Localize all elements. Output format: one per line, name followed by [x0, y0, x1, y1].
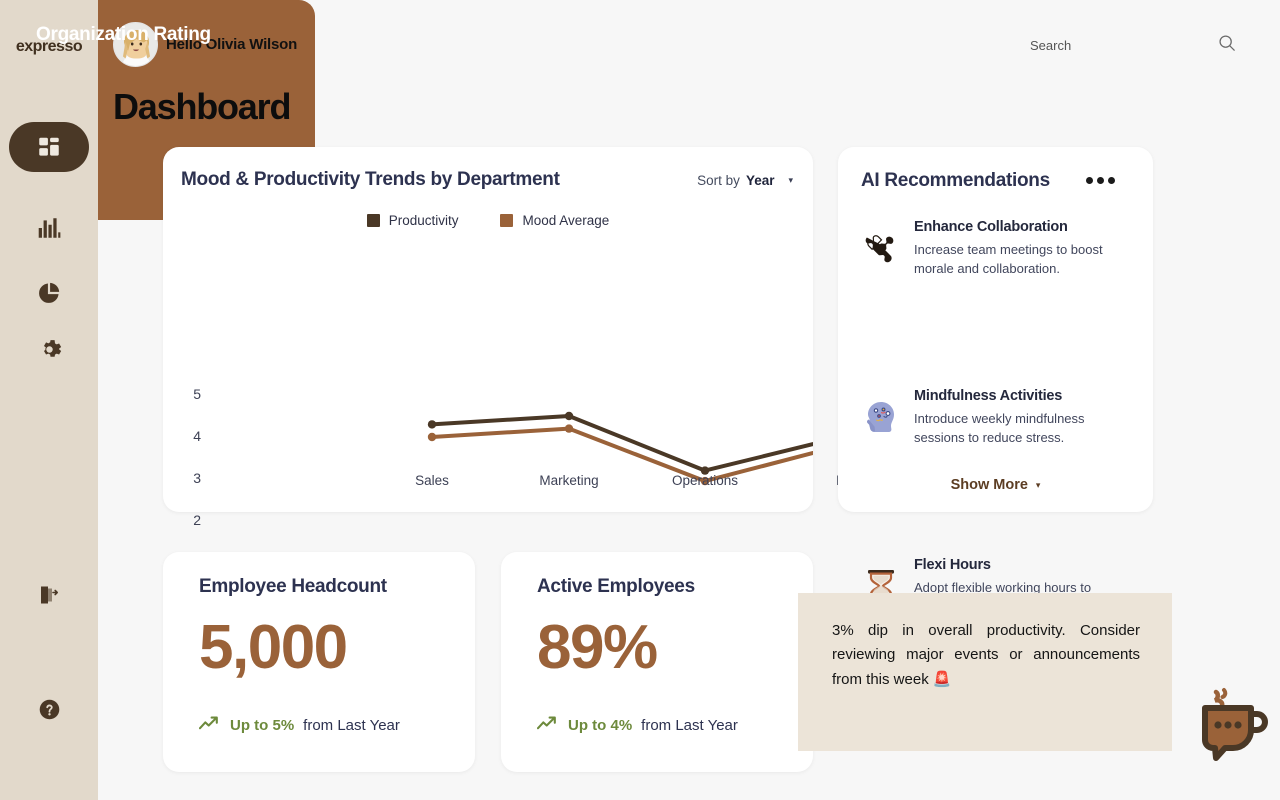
- y-axis-tick: 2: [193, 512, 201, 528]
- legend-label: Mood Average: [522, 213, 610, 228]
- stat-note: from Last Year: [303, 717, 400, 734]
- y-axis-tick: 3: [193, 470, 201, 486]
- gear-icon: [37, 337, 62, 362]
- legend-item[interactable]: Productivity: [366, 213, 459, 228]
- bar-chart-icon: [36, 215, 62, 241]
- recommendation-item[interactable]: Mindfulness Activities Introduce weekly …: [858, 386, 1138, 448]
- chart-line-productivity: [430, 414, 844, 473]
- recommendation-desc: Increase team meetings to boost morale a…: [914, 242, 1103, 276]
- search-input[interactable]: [1030, 37, 1210, 53]
- chart-legend: Productivity Mood Average: [163, 213, 813, 228]
- chart-plot-area: 543210SalesMarketingOperationsIT: [163, 247, 848, 612]
- recommendation-title: Mindfulness Activities: [914, 388, 1063, 404]
- chevron-down-icon[interactable]: ▾: [1036, 480, 1041, 491]
- recommendation-title: Flexi Hours: [914, 557, 991, 573]
- stat-title: Employee Headcount: [199, 576, 387, 597]
- stat-footer: Up to 5% from Last Year: [198, 715, 400, 736]
- puzzle-piece-icon: [858, 217, 904, 279]
- ellipsis-dot: [1108, 177, 1115, 184]
- ai-recommendations-card: AI Recommendations Enhance Collaboration…: [838, 147, 1153, 614]
- sidebar-item-help[interactable]: [9, 684, 89, 734]
- coffee-chat-icon: [1183, 688, 1273, 772]
- sidebar-item-dashboard[interactable]: [9, 122, 89, 172]
- recommendation-title: Enhance Collaboration: [914, 219, 1068, 235]
- ellipsis-dot: [1097, 177, 1104, 184]
- stat-title: Active Employees: [537, 576, 695, 597]
- sort-by-value: Year: [745, 173, 775, 188]
- trending-up-icon: [536, 715, 559, 736]
- recommendation-item[interactable]: Enhance Collaboration Increase team meet…: [858, 217, 1138, 279]
- chevron-down-icon[interactable]: ▾: [788, 175, 793, 186]
- insight-tooltip: 3% dip in overall productivity. Consider…: [798, 593, 1172, 751]
- chart-point[interactable]: [427, 432, 437, 442]
- x-axis-tick: Marketing: [539, 473, 599, 488]
- show-more-button[interactable]: Show More ▾: [838, 477, 1153, 493]
- stat-value: 5,000: [199, 613, 348, 682]
- chart-point[interactable]: [564, 411, 574, 421]
- search-icon[interactable]: [1218, 34, 1236, 57]
- stat-delta: Up to 4%: [568, 717, 633, 734]
- ai-card-title: AI Recommendations: [861, 170, 1050, 191]
- active-employees-card: Active Employees 89% Up to 4% from Last …: [501, 552, 813, 772]
- legend-item[interactable]: Mood Average: [500, 213, 609, 228]
- chart-point[interactable]: [564, 424, 574, 433]
- chart-point[interactable]: [427, 420, 437, 429]
- sidebar: expresso: [0, 0, 98, 800]
- grid-icon: [36, 134, 62, 160]
- ellipsis-dot: [1086, 177, 1093, 184]
- stat-value: 89%: [537, 613, 658, 682]
- trending-up-icon: [198, 715, 221, 736]
- topbar: Hello Olivia Wilson: [98, 0, 1280, 90]
- chart-title: Mood & Productivity Trends by Department: [181, 169, 560, 190]
- sort-by-dropdown[interactable]: Sort by Year ▾: [697, 173, 793, 188]
- legend-swatch: [500, 214, 514, 227]
- chat-launcher-button[interactable]: [1183, 678, 1273, 768]
- sort-by-label: Sort by: [697, 173, 740, 188]
- page-title: Dashboard: [113, 86, 291, 127]
- x-axis-tick: Sales: [415, 473, 449, 488]
- stat-note: from Last Year: [641, 717, 738, 734]
- insight-tooltip-text: 3% dip in overall productivity. Consider…: [832, 622, 1140, 688]
- ellipsis-icon[interactable]: [1086, 177, 1115, 184]
- stat-footer: Up to 4% from Last Year: [536, 715, 738, 736]
- help-circle-icon: [37, 697, 62, 722]
- pie-chart-icon: [36, 280, 62, 306]
- y-axis-tick: 5: [193, 386, 201, 402]
- chart-card: Mood & Productivity Trends by Department…: [163, 147, 956, 636]
- show-more-label: Show More: [950, 477, 1028, 493]
- search-box[interactable]: [1030, 28, 1236, 62]
- sidebar-item-logout[interactable]: [9, 570, 89, 620]
- sidebar-item-reports[interactable]: [9, 268, 89, 318]
- logout-icon: [37, 583, 61, 607]
- app-root: expresso Hello Olivia Wilson Search Dash…: [0, 0, 1280, 800]
- legend-label: Productivity: [388, 213, 459, 228]
- sidebar-item-settings[interactable]: [9, 324, 89, 374]
- x-axis-tick: Operations: [671, 473, 739, 488]
- brain-head-icon: [858, 386, 904, 448]
- stat-delta: Up to 5%: [230, 717, 295, 734]
- employee-headcount-card: Employee Headcount 5,000 Up to 5% from L…: [163, 552, 475, 772]
- legend-swatch: [366, 214, 380, 227]
- sidebar-item-analytics[interactable]: [9, 203, 89, 253]
- y-axis-tick: 4: [193, 428, 201, 444]
- org-rating-title: Organization Rating: [36, 24, 211, 45]
- recommendation-desc: Introduce weekly mindfulness sessions to…: [914, 411, 1085, 445]
